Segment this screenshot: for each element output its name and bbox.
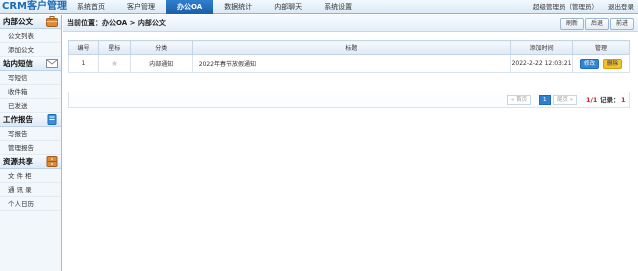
cell-category: 内部通知 (129, 54, 193, 73)
records-label: 记录： (600, 96, 620, 104)
section-title: 内部公文 (3, 17, 33, 26)
cell-title[interactable]: 2022年春节放假通知 (191, 54, 512, 73)
sidebar: 内部公文 公文列表 添加公文 站内短信 写短信 收件箱 已发送 工作报告 写报告… (0, 15, 62, 271)
section-title: 资源共享 (3, 157, 33, 166)
current-page-button[interactable]: 1 (539, 95, 551, 105)
sidebar-item-file-cabinet[interactable]: 文 件 柜 (0, 169, 61, 183)
sidebar-item-inbox[interactable]: 收件箱 (0, 85, 61, 99)
user-area: 超级管理员（管理员） 退出登录 (533, 0, 634, 14)
last-page-button[interactable]: 尾页 » (553, 95, 578, 105)
cell-time: 2022-2-22 12:03:21 (510, 54, 574, 73)
sidebar-item-document-list[interactable]: 公文列表 (0, 29, 61, 43)
breadcrumb: 当前位置：办公OA > 内部公文 (67, 19, 166, 27)
briefcase-icon (46, 16, 58, 27)
star-icon[interactable]: ★ (111, 59, 118, 68)
nav-item-statistics[interactable]: 数据统计 (213, 0, 263, 14)
refresh-button[interactable]: 刷新 (560, 18, 585, 30)
nav-item-chat[interactable]: 内部聊天 (263, 0, 313, 14)
sidebar-item-write-message[interactable]: 写短信 (0, 71, 61, 85)
sidebar-item-sent[interactable]: 已发送 (0, 99, 61, 113)
column-header-star: 星标 (97, 40, 131, 55)
app-logo: CRM客户管理 (2, 1, 67, 12)
sidebar-item-manage-reports[interactable]: 管理报告 (0, 141, 61, 155)
main-nav: 系统首页 客户管理 办公OA 数据统计 内部聊天 系统设置 (66, 0, 363, 14)
records-count: 1 (621, 96, 626, 104)
cabinet-icon (46, 156, 58, 167)
first-page-button[interactable]: « 首页 (507, 95, 532, 105)
column-header-time: 添加时间 (510, 40, 574, 55)
delete-button[interactable]: 删除 (602, 58, 622, 69)
first-page-label: 首页 (516, 97, 528, 103)
nav-item-settings[interactable]: 系统设置 (313, 0, 363, 14)
sidebar-section-messages: 站内短信 (0, 57, 61, 71)
pagination: « 首页 1 尾页 » 1/1 记录： 1 (68, 92, 630, 108)
main-content: 当前位置：办公OA > 内部公文 刷新 后退 前进 编号 星标 分类 标题 添加… (63, 15, 638, 271)
page-info: 1/1 (586, 96, 598, 104)
envelope-icon (46, 59, 58, 68)
nav-item-office-oa[interactable]: 办公OA (166, 0, 214, 14)
top-bar: CRM客户管理 系统首页 客户管理 办公OA 数据统计 内部聊天 系统设置 超级… (0, 0, 638, 14)
cell-id: 1 (68, 54, 99, 73)
column-header-title: 标题 (191, 40, 512, 55)
table-header-row: 编号 星标 分类 标题 添加时间 管理 (68, 40, 630, 55)
star-cell: ★ (97, 54, 131, 73)
table-row: 1 ★ 内部通知 2022年春节放假通知 2022-2-22 12:03:21 … (68, 54, 630, 73)
back-button[interactable]: 后退 (585, 18, 610, 30)
cell-actions: 修改 删除 (572, 54, 630, 73)
nav-item-customers[interactable]: 客户管理 (116, 0, 166, 14)
sidebar-item-write-report[interactable]: 写报告 (0, 127, 61, 141)
sidebar-section-resources: 资源共享 (0, 155, 61, 169)
logout-link[interactable]: 退出登录 (608, 0, 634, 14)
column-header-manage: 管理 (572, 40, 630, 55)
sidebar-section-documents: 内部公文 (0, 15, 61, 29)
column-header-id: 编号 (68, 40, 99, 55)
edit-button[interactable]: 修改 (580, 58, 600, 69)
column-header-category: 分类 (129, 40, 193, 55)
sidebar-section-reports: 工作报告 (0, 113, 61, 127)
sidebar-item-calendar[interactable]: 个人日历 (0, 197, 61, 211)
breadcrumb-bar: 当前位置：办公OA > 内部公文 刷新 后退 前进 (63, 15, 638, 32)
report-icon (47, 114, 57, 125)
section-title: 工作报告 (3, 115, 33, 124)
forward-button[interactable]: 前进 (610, 18, 635, 30)
last-page-label: 尾页 (557, 97, 569, 103)
section-title: 站内短信 (3, 59, 33, 68)
user-info: 超级管理员（管理员） (533, 3, 598, 11)
nav-item-home[interactable]: 系统首页 (66, 0, 116, 14)
sidebar-item-add-document[interactable]: 添加公文 (0, 43, 61, 57)
document-table: 编号 星标 分类 标题 添加时间 管理 1 ★ 内部通知 2022年春节放假通知… (68, 40, 630, 73)
sidebar-item-contacts[interactable]: 通 讯 录 (0, 183, 61, 197)
